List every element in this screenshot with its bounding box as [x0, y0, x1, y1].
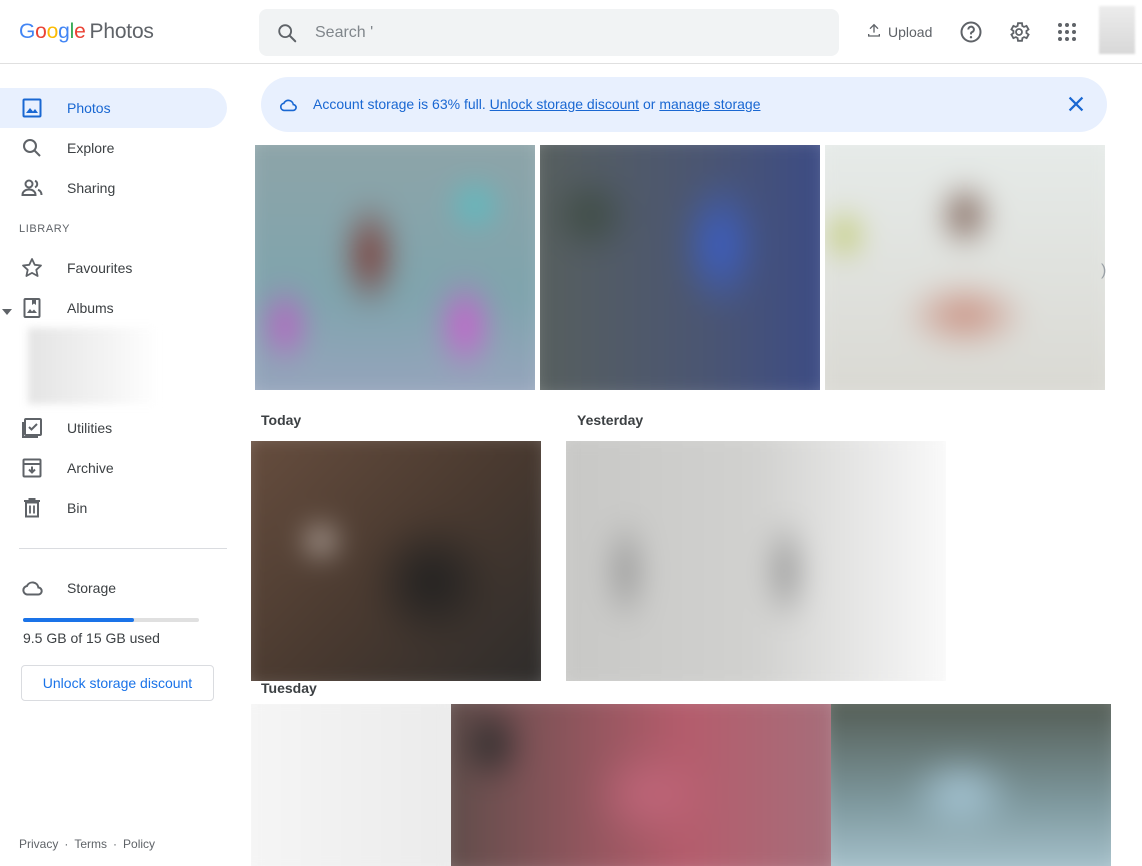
cloud-icon [20, 576, 44, 600]
sidebar-item-utilities[interactable]: Utilities [0, 408, 227, 448]
date-header-today[interactable]: Today [261, 412, 301, 428]
manage-storage-link[interactable]: manage storage [659, 96, 760, 112]
sidebar-item-explore[interactable]: Explore [0, 128, 227, 168]
unlock-storage-discount-link[interactable]: Unlock storage discount [490, 96, 639, 112]
close-icon[interactable] [1065, 93, 1087, 120]
archive-icon [20, 456, 44, 480]
storage-banner: Account storage is 63% full. Unlock stor… [261, 77, 1107, 132]
footer-separator: · [64, 837, 69, 851]
top-app-bar: GooglePhotos Upload [0, 0, 1142, 64]
sidebar-divider [19, 548, 227, 549]
search-bar[interactable] [259, 9, 839, 56]
storage-usage-text: 9.5 GB of 15 GB used [23, 630, 160, 646]
terms-link[interactable]: Terms [74, 837, 107, 851]
photo-thumbnail[interactable] [825, 145, 1105, 390]
privacy-link[interactable]: Privacy [19, 837, 58, 851]
date-header-tuesday[interactable]: Tuesday [261, 680, 317, 696]
people-icon [20, 176, 44, 200]
album-thumbnail[interactable] [28, 328, 158, 404]
photo-icon [20, 96, 44, 120]
photo-thumbnail[interactable] [540, 145, 820, 390]
product-name: Photos [89, 20, 154, 43]
banner-message: Account storage is 63% full. Unlock stor… [313, 96, 761, 112]
search-icon[interactable] [276, 22, 298, 49]
sidebar-item-favourites[interactable]: Favourites [0, 248, 227, 288]
policy-link[interactable]: Policy [123, 837, 155, 851]
photo-thumbnail[interactable] [566, 441, 946, 681]
upload-button[interactable]: Upload [866, 22, 932, 41]
photo-thumbnail[interactable] [255, 145, 535, 390]
upload-icon [866, 22, 882, 41]
gear-icon[interactable] [1007, 20, 1031, 49]
storage-progress-fill [23, 618, 134, 622]
avatar[interactable] [1099, 6, 1135, 54]
sidebar-item-sharing[interactable]: Sharing [0, 168, 227, 208]
cloud-icon [278, 95, 298, 120]
google-photos-logo[interactable]: Google Photos [19, 20, 154, 44]
sidebar: Photos Explore Sharing LIBRARY Favourite… [0, 64, 240, 866]
utilities-checklist-icon [20, 416, 44, 440]
footer-links: Privacy · Terms · Policy [19, 837, 155, 851]
photo-thumbnail[interactable] [251, 441, 541, 681]
scroll-next-icon[interactable]: ) [1101, 262, 1106, 280]
date-header-yesterday[interactable]: Yesterday [577, 412, 643, 428]
sidebar-item-photos[interactable]: Photos [0, 88, 227, 128]
caret-down-icon[interactable] [2, 304, 12, 320]
trash-icon [20, 496, 44, 520]
unlock-storage-discount-button[interactable]: Unlock storage discount [21, 665, 214, 701]
search-icon [20, 136, 44, 160]
album-icon [20, 296, 44, 320]
photo-thumbnail[interactable] [251, 704, 451, 866]
photo-thumbnail[interactable] [451, 704, 831, 866]
sidebar-item-storage[interactable]: Storage [0, 568, 227, 608]
storage-progress-bar [23, 618, 199, 622]
star-icon [20, 256, 44, 280]
help-icon[interactable] [959, 20, 983, 49]
sidebar-item-albums[interactable]: Albums [0, 288, 227, 328]
sidebar-item-archive[interactable]: Archive [0, 448, 227, 488]
search-input[interactable] [315, 9, 815, 56]
footer-separator: · [113, 837, 118, 851]
sidebar-item-bin[interactable]: Bin [0, 488, 227, 528]
upload-label: Upload [888, 23, 933, 40]
library-section-label: LIBRARY [19, 223, 71, 235]
apps-grid-icon[interactable] [1055, 20, 1079, 49]
photo-thumbnail[interactable] [831, 704, 1111, 866]
